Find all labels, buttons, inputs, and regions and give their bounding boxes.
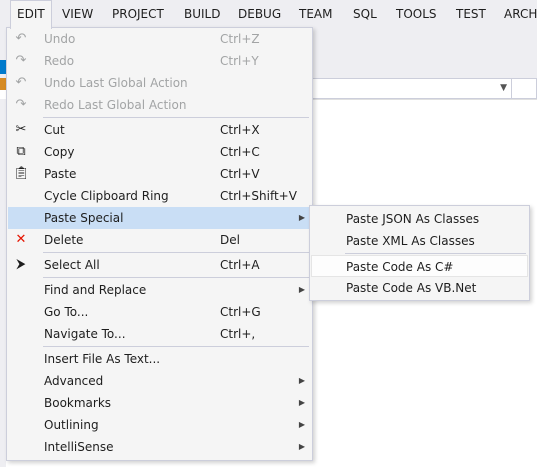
menu-edit[interactable]: EDIT [10, 0, 52, 29]
edit-menu-dropdown: ↶ Undo Ctrl+Z ↷ Redo Ctrl+Y ↶ Undo Last … [6, 27, 313, 461]
menu-item-find-and-replace[interactable]: Find and Replace ▶ [8, 279, 311, 301]
menu-item-label: Advanced [44, 374, 104, 388]
menu-item-insert-file-as-text[interactable]: Insert File As Text... [8, 348, 311, 370]
submenu-arrow-icon: ▶ [298, 376, 305, 385]
undo-icon: ↶ [15, 31, 27, 46]
submenu-item-paste-code-as-vbnet[interactable]: Paste Code As VB.Net [311, 277, 528, 299]
submenu-arrow-icon: ▶ [298, 398, 305, 407]
menu-item-advanced[interactable]: Advanced ▶ [8, 370, 311, 392]
menu-item-delete[interactable]: ✕ Delete Del [8, 229, 311, 251]
navigation-dropdown-secondary[interactable] [512, 78, 537, 99]
menu-item-cut[interactable]: ✂ Cut Ctrl+X [8, 119, 311, 141]
menu-item-label: Select All [44, 258, 100, 272]
menu-item-label: Paste Special [44, 211, 124, 225]
menu-separator [345, 253, 526, 254]
menu-item-shortcut: Ctrl+Z [220, 32, 260, 46]
menu-item-shortcut: Ctrl+Shift+V [220, 189, 297, 203]
menu-sql[interactable]: SQL [347, 0, 383, 28]
menu-tools[interactable]: TOOLS [390, 0, 443, 28]
menu-item-label: Cycle Clipboard Ring [44, 189, 169, 203]
menu-item-redo-last-global-action[interactable]: ↷ Redo Last Global Action [8, 94, 311, 116]
menu-item-copy[interactable]: ⧉ Copy Ctrl+C [8, 141, 311, 163]
submenu-item-paste-code-as-csharp[interactable]: Paste Code As C# [311, 255, 528, 277]
copy-icon: ⧉ [16, 144, 26, 159]
menu-item-shortcut: Ctrl+C [220, 145, 260, 159]
menu-separator [43, 346, 309, 347]
menu-item-label: Bookmarks [44, 396, 112, 410]
menu-item-label: Find and Replace [44, 283, 147, 297]
menu-item-shortcut: Ctrl+A [220, 258, 260, 272]
menu-build[interactable]: BUILD [178, 0, 226, 28]
menu-debug[interactable]: DEBUG [232, 0, 287, 28]
menu-item-label: IntelliSense [44, 440, 114, 454]
menu-item-shortcut: Ctrl+G [220, 305, 261, 319]
menu-item-outlining[interactable]: Outlining ▶ [8, 414, 311, 436]
menu-team[interactable]: TEAM [293, 0, 338, 28]
menu-item-shortcut: Ctrl+, [220, 327, 256, 341]
undo-icon: ↶ [15, 75, 27, 90]
menu-item-label: Delete [44, 233, 84, 247]
select-all-icon: ⮞ [16, 257, 26, 272]
menu-item-label: Redo Last Global Action [44, 98, 187, 112]
submenu-arrow-icon: ▶ [298, 420, 305, 429]
submenu-item-paste-xml-as-classes[interactable]: Paste XML As Classes [311, 230, 528, 252]
redo-icon: ↷ [15, 97, 27, 112]
menu-item-redo[interactable]: ↷ Redo Ctrl+Y [8, 50, 311, 72]
menu-separator [43, 117, 309, 118]
submenu-item-paste-json-as-classes[interactable]: Paste JSON As Classes [311, 208, 528, 230]
menu-item-paste[interactable]: 📋︎ Paste Ctrl+V [8, 163, 311, 185]
menu-item-label: Paste [44, 167, 77, 181]
menu-item-label: Redo [44, 54, 75, 68]
menu-item-label: Navigate To... [44, 327, 126, 341]
submenu-arrow-icon: ▶ [298, 285, 305, 294]
menu-project[interactable]: PROJECT [106, 0, 170, 28]
menu-item-label: Cut [44, 123, 65, 137]
paste-special-submenu: Paste JSON As Classes Paste XML As Class… [309, 205, 530, 301]
menu-item-shortcut: Ctrl+Y [220, 54, 259, 68]
submenu-item-label: Paste Code As C# [346, 260, 454, 274]
submenu-item-label: Paste JSON As Classes [346, 212, 480, 226]
menu-item-navigate-to[interactable]: Navigate To... Ctrl+, [8, 323, 311, 345]
redo-icon: ↷ [15, 53, 27, 68]
menu-bar: EDIT VIEW PROJECT BUILD DEBUG TEAM SQL T… [0, 0, 537, 29]
clipboard-icon: 📋︎ [13, 166, 30, 181]
menu-item-shortcut: Ctrl+V [220, 167, 260, 181]
navigation-dropdown[interactable]: ▼ [312, 78, 512, 99]
submenu-item-label: Paste Code As VB.Net [346, 281, 477, 295]
menu-item-label: Undo Last Global Action [44, 76, 188, 90]
menu-arch[interactable]: ARCH [498, 0, 537, 28]
submenu-arrow-icon: ▶ [298, 442, 305, 451]
submenu-item-label: Paste XML As Classes [346, 234, 475, 248]
menu-test[interactable]: TEST [450, 0, 492, 28]
menu-item-go-to[interactable]: Go To... Ctrl+G [8, 301, 311, 323]
menu-item-label: Go To... [44, 305, 89, 319]
submenu-arrow-icon: ▶ [298, 213, 305, 222]
chevron-down-icon: ▼ [500, 83, 507, 93]
menu-item-select-all[interactable]: ⮞ Select All Ctrl+A [8, 254, 311, 276]
menu-view[interactable]: VIEW [56, 0, 99, 28]
menu-item-label: Undo [44, 32, 76, 46]
menu-item-undo[interactable]: ↶ Undo Ctrl+Z [8, 28, 311, 50]
menu-separator [43, 252, 309, 253]
menu-item-label: Copy [44, 145, 75, 159]
menu-item-undo-last-global-action[interactable]: ↶ Undo Last Global Action [8, 72, 311, 94]
menu-item-cycle-clipboard-ring[interactable]: Cycle Clipboard Ring Ctrl+Shift+V [8, 185, 311, 207]
menu-item-intellisense[interactable]: IntelliSense ▶ [8, 436, 311, 458]
menu-item-label: Outlining [44, 418, 99, 432]
delete-x-icon: ✕ [15, 232, 27, 247]
scissors-icon: ✂ [15, 122, 27, 137]
menu-separator [43, 277, 309, 278]
menu-item-shortcut: Del [220, 233, 240, 247]
menu-item-label: Insert File As Text... [44, 352, 161, 366]
menu-item-shortcut: Ctrl+X [220, 123, 260, 137]
menu-item-bookmarks[interactable]: Bookmarks ▶ [8, 392, 311, 414]
menu-item-paste-special[interactable]: Paste Special ▶ [8, 207, 311, 229]
